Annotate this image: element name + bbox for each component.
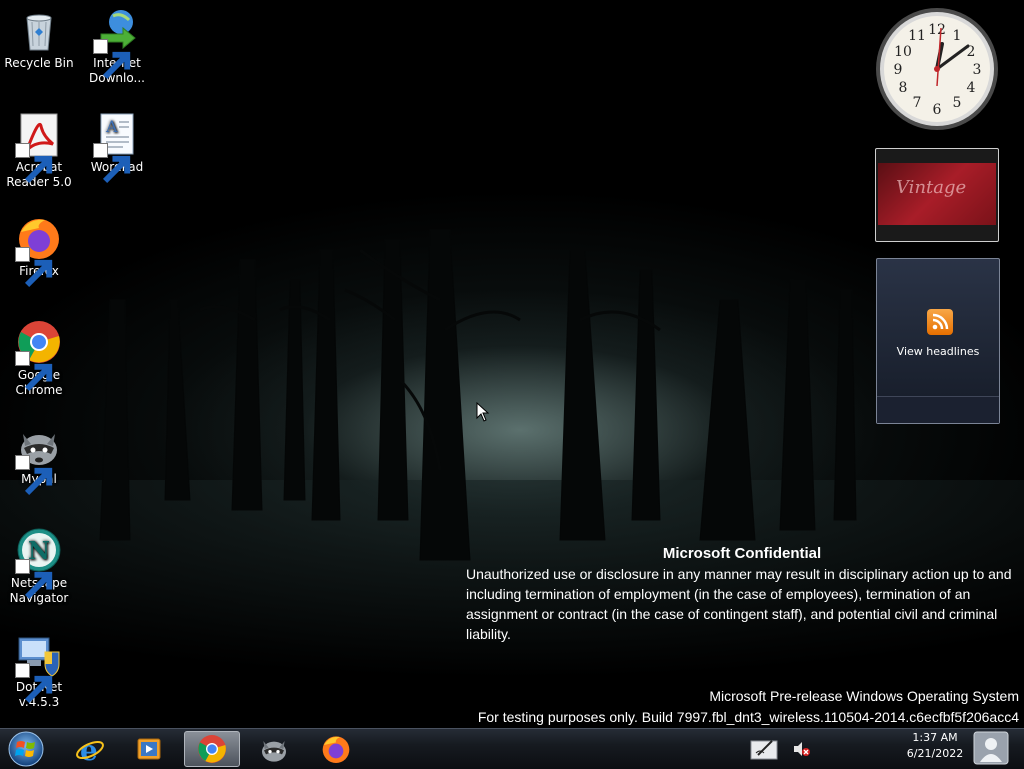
watermark-title: Microsoft Confidential bbox=[662, 545, 822, 562]
mypal-icon bbox=[262, 741, 286, 762]
watermark-body: Unauthorized use or disclosure in any ma… bbox=[466, 566, 1012, 642]
svg-text:7: 7 bbox=[913, 95, 922, 111]
shortcut-arrow-icon bbox=[15, 247, 53, 288]
svg-text:9: 9 bbox=[894, 62, 903, 78]
taskbar: e bbox=[0, 728, 1024, 769]
shortcut-arrow-icon bbox=[15, 455, 53, 496]
slideshow-caption: Vintage bbox=[896, 177, 967, 198]
taskbar-mypal[interactable] bbox=[246, 731, 302, 767]
shortcut-arrow-icon bbox=[93, 143, 131, 184]
shortcut-arrow-icon bbox=[15, 559, 53, 600]
feed-headlines-gadget[interactable]: View headlines bbox=[876, 258, 1000, 424]
shortcut-arrow-icon bbox=[15, 351, 53, 392]
svg-text:6: 6 bbox=[933, 102, 942, 118]
build-string: For testing purposes only. Build 7997.fb… bbox=[477, 709, 1019, 725]
desktop-icon-internet-download-manager[interactable]: Internet Downlo... bbox=[79, 6, 155, 86]
slideshow-gadget[interactable]: Vintage bbox=[875, 148, 999, 242]
taskbar-media-player[interactable] bbox=[121, 731, 177, 767]
desktop-icon-wordpad[interactable]: A WordPad bbox=[79, 110, 155, 184]
feed-gadget-toolbar bbox=[877, 396, 999, 423]
desktop[interactable]: Recycle Bin Internet Downlo... Acrobat R… bbox=[0, 0, 1024, 728]
desktop-icon-recycle-bin[interactable]: Recycle Bin bbox=[1, 6, 77, 71]
desktop-icon-acrobat-reader[interactable]: Acrobat Reader 5.0 bbox=[1, 110, 77, 190]
confidential-watermark: Microsoft Confidential Unauthorized use … bbox=[466, 544, 1018, 644]
internet-explorer-icon: e bbox=[76, 734, 104, 765]
svg-text:8: 8 bbox=[899, 80, 908, 96]
svg-text:12: 12 bbox=[928, 22, 946, 38]
shortcut-arrow-icon bbox=[93, 39, 131, 80]
media-player-icon bbox=[137, 738, 161, 760]
recycle-bin-icon bbox=[26, 14, 52, 51]
tray-clock[interactable]: 1:37 AM 6/21/2022 bbox=[896, 730, 974, 762]
taskbar-firefox[interactable] bbox=[308, 731, 364, 767]
svg-text:1: 1 bbox=[953, 28, 962, 44]
shortcut-arrow-icon bbox=[15, 143, 53, 184]
tray-time-label: 1:37 AM bbox=[912, 731, 958, 744]
svg-text:e: e bbox=[80, 734, 98, 765]
user-icon[interactable] bbox=[972, 730, 1010, 766]
rss-feed-icon bbox=[927, 309, 953, 335]
tray-date-label: 6/21/2022 bbox=[906, 747, 964, 760]
desktop-icon-label: Recycle Bin bbox=[4, 56, 74, 70]
shortcut-arrow-icon bbox=[15, 663, 53, 704]
svg-text:10: 10 bbox=[894, 44, 912, 60]
taskbar-internet-explorer[interactable]: e bbox=[62, 731, 118, 767]
svg-text:11: 11 bbox=[908, 28, 926, 44]
build-info: Microsoft Pre-release Windows Operating … bbox=[478, 686, 1019, 728]
pen-tablet-icon[interactable] bbox=[750, 737, 780, 761]
view-headlines-link[interactable]: View headlines bbox=[877, 345, 999, 358]
mouse-cursor-icon bbox=[476, 402, 490, 422]
svg-text:A: A bbox=[105, 117, 118, 136]
desktop-icon-mypal[interactable]: Mypal bbox=[1, 422, 77, 496]
os-name-label: Microsoft Pre-release Windows Operating … bbox=[709, 688, 1019, 704]
volume-muted-icon[interactable] bbox=[792, 741, 812, 757]
desktop-icon-dot-net[interactable]: Dot Net v.4.5.3 bbox=[1, 630, 77, 710]
chrome-icon bbox=[198, 735, 226, 763]
firefox-icon bbox=[322, 736, 350, 763]
desktop-icon-firefox[interactable]: Firefox bbox=[1, 214, 77, 288]
svg-text:4: 4 bbox=[967, 80, 976, 96]
svg-text:5: 5 bbox=[953, 95, 962, 111]
svg-text:3: 3 bbox=[973, 62, 982, 78]
start-button[interactable] bbox=[4, 730, 48, 768]
taskbar-chrome[interactable] bbox=[184, 731, 240, 767]
clock-gadget[interactable]: 12 1 2 3 4 5 6 7 8 9 10 11 bbox=[874, 6, 1000, 132]
desktop-icon-google-chrome[interactable]: Google Chrome bbox=[1, 318, 77, 398]
desktop-icon-netscape-navigator[interactable]: N Netscape Navigator bbox=[1, 526, 77, 606]
